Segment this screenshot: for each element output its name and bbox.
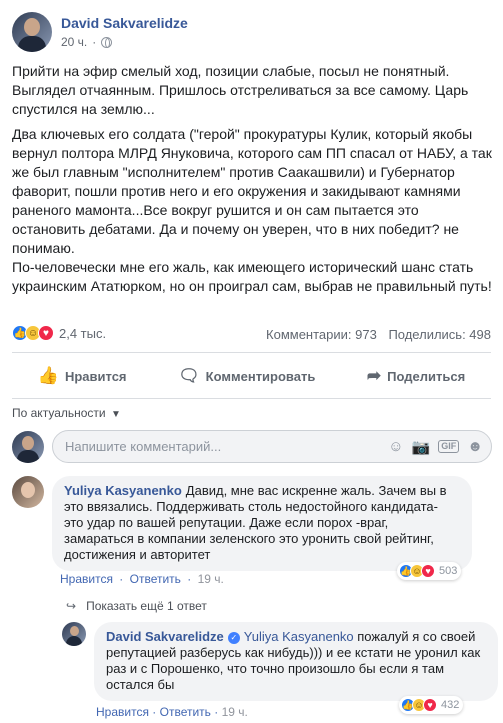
love-reaction-icon: ♥ <box>421 564 435 578</box>
reply-bubble: David Sakvarelidze ✓ Yuliya Kasyanenko пож… <box>94 622 498 701</box>
comment-actions: Нравится · Ответить · 19 ч. <box>60 572 224 586</box>
comments-count[interactable]: Комментарии: 973 <box>266 327 377 342</box>
comment-time[interactable]: 19 ч. <box>198 572 224 586</box>
camera-icon[interactable]: 📷 <box>412 438 431 456</box>
commenter-avatar[interactable] <box>12 476 44 508</box>
caret-down-icon: ▼ <box>110 409 121 420</box>
reaction-count[interactable]: 2,4 тыс. <box>59 326 106 341</box>
comment-reactions[interactable]: 👍 ☺ ♥ 503 <box>397 562 462 580</box>
gif-icon[interactable]: GIF <box>438 440 460 453</box>
post-paragraph-1: Прийти на эфир смелый ход, позиции слабы… <box>12 63 469 117</box>
sort-label: По актуальности <box>12 406 106 420</box>
meta-separator: · <box>92 35 97 49</box>
comment-input[interactable]: Напишите комментарий... ☺ 📷 GIF ☻ <box>52 430 492 463</box>
reply: David Sakvarelidze ✓ Yuliya Kasyanenko пож… <box>62 622 498 701</box>
author-block: David Sakvarelidze 20 ч. · <box>61 12 188 52</box>
post-paragraph-3-text: По-человечески мне его жаль, как имеющег… <box>12 259 492 294</box>
composer-icons: ☺ 📷 GIF ☻ <box>380 438 483 456</box>
current-user-avatar[interactable] <box>12 430 44 463</box>
thumbs-up-icon: 👍 <box>37 366 59 385</box>
verified-badge-icon: ✓ <box>227 632 240 644</box>
share-button[interactable]: ➦ Поделиться <box>367 366 465 386</box>
comment-bubble: Yuliya Kasyanenko Давид, мне вас искренне… <box>52 476 472 571</box>
like-button-label: Нравится <box>64 368 127 384</box>
comment-input-placeholder: Напишите комментарий... <box>65 439 222 454</box>
reply-author-avatar[interactable] <box>62 622 86 646</box>
reply-author[interactable]: David Sakvarelidze <box>106 629 224 644</box>
author-name[interactable]: David Sakvarelidze <box>61 15 188 31</box>
post-reactions[interactable]: 👍 ☺ ♥ 2,4 тыс. <box>12 325 106 341</box>
shares-count[interactable]: Поделились: 498 <box>388 327 491 342</box>
reply-time[interactable]: 19 ч. <box>222 705 248 719</box>
love-reaction-icon: ♥ <box>38 325 54 341</box>
comment-like-link[interactable]: Нравится <box>60 572 113 586</box>
post-paragraph-2: Два ключевых его солдата ("герой" прокур… <box>12 125 492 296</box>
love-reaction-icon: ♥ <box>423 698 437 712</box>
globe-icon[interactable] <box>101 36 113 48</box>
share-button-label: Поделиться <box>387 368 466 384</box>
reply-like-link[interactable]: Нравится <box>96 705 149 719</box>
separator: · <box>152 705 157 719</box>
separator: · <box>214 705 219 719</box>
post-paragraph-2-text: Два ключевых его солдата ("герой" прокур… <box>12 126 492 256</box>
post-time[interactable]: 20 ч. <box>61 35 87 49</box>
author-avatar[interactable] <box>12 12 52 52</box>
facebook-post: David Sakvarelidze 20 ч. · Прийти на эфи… <box>0 0 503 723</box>
comment-sort-dropdown[interactable]: По актуальности ▼ <box>12 406 121 420</box>
sticker-icon[interactable]: ☻ <box>467 438 483 455</box>
like-button[interactable]: 👍 Нравится <box>38 366 127 386</box>
share-arrow-icon: ➦ <box>366 366 382 385</box>
comment-author[interactable]: Yuliya Kasyanenko <box>64 483 182 498</box>
action-bar: 👍 Нравится 🗨 Комментировать ➦ Поделиться <box>12 360 491 392</box>
post-meta: 20 ч. · <box>61 35 188 49</box>
post-header: David Sakvarelidze 20 ч. · <box>12 12 188 52</box>
comment-composer: Напишите комментарий... ☺ 📷 GIF ☻ <box>12 430 492 463</box>
emoji-icon[interactable]: ☺ <box>388 438 403 455</box>
post-stats: Комментарии: 973 Поделились: 498 <box>266 327 491 342</box>
reply-arrow-icon: ↪ <box>66 599 77 613</box>
reply-reaction-count: 432 <box>441 699 460 711</box>
separator: · <box>187 572 192 586</box>
reply-reply-link[interactable]: Ответить <box>160 705 211 719</box>
divider <box>12 398 491 399</box>
show-more-replies[interactable]: ↪ Показать ещё 1 ответ <box>66 599 207 613</box>
comment-reply-link[interactable]: Ответить <box>130 572 181 586</box>
speech-bubble-icon: 🗨 <box>178 366 200 385</box>
reply-mention[interactable]: Yuliya Kasyanenko <box>244 629 354 644</box>
separator: · <box>119 572 124 586</box>
comment-button-label: Комментировать <box>205 368 316 384</box>
comment-reaction-count: 503 <box>439 565 458 577</box>
show-more-replies-label: Показать ещё 1 ответ <box>86 599 207 613</box>
reply-actions: Нравится · Ответить · 19 ч. <box>96 705 248 719</box>
comment-button[interactable]: 🗨 Комментировать <box>178 366 315 386</box>
divider <box>12 352 491 353</box>
reply-reactions[interactable]: 👍 ☺ ♥ 432 <box>399 696 464 714</box>
comment: Yuliya Kasyanenko Давид, мне вас искренне… <box>12 476 472 571</box>
